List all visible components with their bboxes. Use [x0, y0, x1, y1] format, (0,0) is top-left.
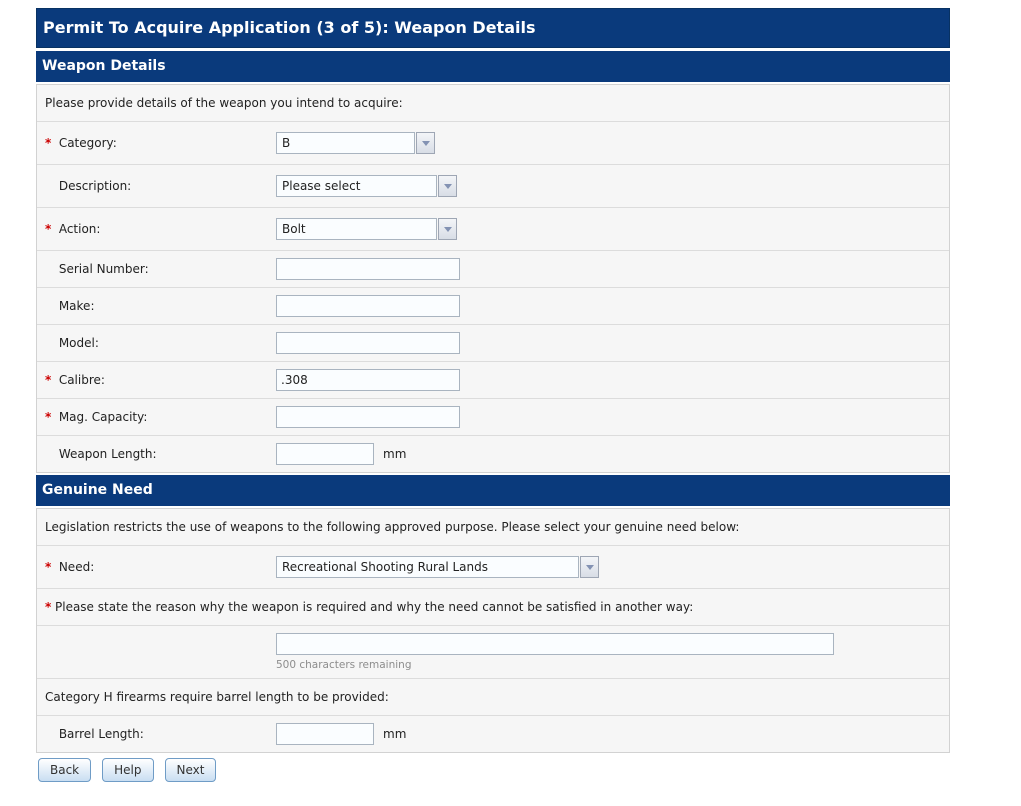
description-dropdown[interactable]: Please select	[276, 175, 457, 197]
chevron-down-icon	[443, 183, 452, 189]
help-button[interactable]: Help	[102, 758, 154, 782]
required-marker: *	[45, 560, 52, 574]
genuine-need-intro-text: Legislation restricts the use of weapons…	[45, 520, 740, 534]
action-label: Action:	[58, 222, 101, 236]
model-input[interactable]	[276, 332, 460, 354]
description-dropdown-button[interactable]	[438, 175, 457, 197]
barrel-length-row: Barrel Length: mm	[37, 716, 949, 752]
barrel-length-input[interactable]	[276, 723, 374, 745]
make-label: Make:	[58, 299, 95, 313]
serial-number-label: Serial Number:	[58, 262, 149, 276]
serial-number-input[interactable]	[276, 258, 460, 280]
action-row: * Action: Bolt	[37, 208, 949, 251]
chevron-down-icon	[585, 564, 594, 570]
category-dropdown-value[interactable]: B	[276, 132, 415, 154]
section-header-weapon-details: Weapon Details	[36, 51, 950, 82]
mag-capacity-row: * Mag. Capacity:	[37, 399, 949, 436]
required-marker: *	[45, 373, 52, 387]
page-title: Permit To Acquire Application (3 of 5): …	[36, 8, 950, 48]
reason-question-text: Please state the reason why the weapon i…	[55, 600, 694, 614]
model-label: Model:	[58, 336, 99, 350]
weapon-length-row: Weapon Length: mm	[37, 436, 949, 472]
description-label: Description:	[58, 179, 132, 193]
mag-capacity-input[interactable]	[276, 406, 460, 428]
need-label: Need:	[58, 560, 95, 574]
next-button[interactable]: Next	[164, 758, 217, 782]
action-dropdown-button[interactable]	[438, 218, 457, 240]
make-row: Make:	[37, 288, 949, 325]
need-dropdown-value[interactable]: Recreational Shooting Rural Lands	[276, 556, 579, 578]
model-row: Model:	[37, 325, 949, 362]
required-marker: *	[45, 222, 52, 236]
permit-application-form: Permit To Acquire Application (3 of 5): …	[36, 8, 950, 782]
form-footer: Back Help Next	[36, 758, 950, 782]
calibre-row: * Calibre:	[37, 362, 949, 399]
category-label: Category:	[58, 136, 117, 150]
weapon-details-section: Please provide details of the weapon you…	[36, 84, 950, 473]
required-marker: *	[45, 600, 52, 614]
reason-row: 500 characters remaining	[37, 626, 949, 679]
description-row: Description: Please select	[37, 165, 949, 208]
action-dropdown-value[interactable]: Bolt	[276, 218, 437, 240]
need-row: * Need: Recreational Shooting Rural Land…	[37, 546, 949, 589]
make-input[interactable]	[276, 295, 460, 317]
calibre-label: Calibre:	[58, 373, 105, 387]
chevron-down-icon	[421, 140, 430, 146]
required-marker: *	[45, 136, 52, 150]
section-header-genuine-need: Genuine Need	[36, 475, 950, 506]
weapon-details-intro-row: Please provide details of the weapon you…	[37, 85, 949, 122]
calibre-input[interactable]	[276, 369, 460, 391]
serial-number-row: Serial Number:	[37, 251, 949, 288]
need-dropdown-button[interactable]	[580, 556, 599, 578]
need-dropdown[interactable]: Recreational Shooting Rural Lands	[276, 556, 599, 578]
back-button[interactable]: Back	[38, 758, 92, 782]
characters-remaining-counter: 500 characters remaining	[276, 659, 412, 671]
barrel-length-label: Barrel Length:	[58, 727, 144, 741]
weapon-details-intro-text: Please provide details of the weapon you…	[45, 96, 403, 110]
mag-capacity-label: Mag. Capacity:	[58, 410, 148, 424]
weapon-length-label: Weapon Length:	[58, 447, 157, 461]
chevron-down-icon	[443, 226, 452, 232]
category-h-note-text: Category H firearms require barrel lengt…	[45, 690, 389, 704]
genuine-need-section: Legislation restricts the use of weapons…	[36, 508, 950, 753]
category-h-note-row: Category H firearms require barrel lengt…	[37, 679, 949, 716]
reason-question-row: * Please state the reason why the weapon…	[37, 589, 949, 626]
reason-input[interactable]	[276, 633, 834, 655]
weapon-length-input[interactable]	[276, 443, 374, 465]
barrel-length-unit: mm	[383, 727, 407, 741]
action-dropdown[interactable]: Bolt	[276, 218, 457, 240]
weapon-length-unit: mm	[383, 447, 407, 461]
genuine-need-intro-row: Legislation restricts the use of weapons…	[37, 509, 949, 546]
category-row: * Category: B	[37, 122, 949, 165]
category-dropdown-button[interactable]	[416, 132, 435, 154]
description-dropdown-value[interactable]: Please select	[276, 175, 437, 197]
category-dropdown[interactable]: B	[276, 132, 435, 154]
required-marker: *	[45, 410, 52, 424]
